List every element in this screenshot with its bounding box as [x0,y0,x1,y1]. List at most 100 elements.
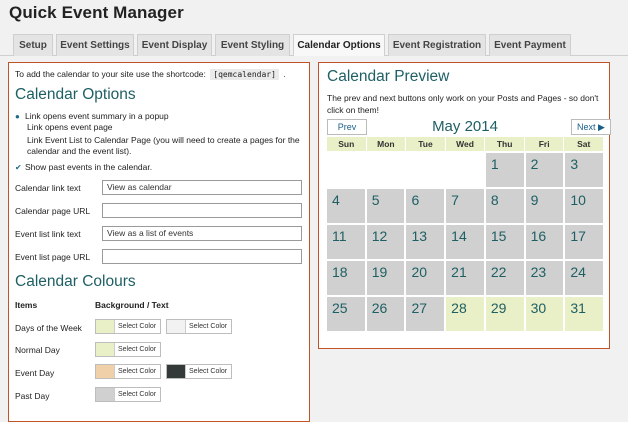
select-color-label: Select Color [118,368,157,375]
calendar-day-25[interactable]: 25 [327,297,365,331]
bg-text-column-header: Background / Text [95,300,169,310]
items-column-header: Items [15,300,38,310]
preview-note: The prev and next buttons only work on y… [327,93,599,115]
weekday-header-sun: Sun [327,137,367,151]
calendar-page-url-label: Calendar page URL [15,206,91,216]
past-day-bg-picker[interactable]: Select Color [95,387,161,402]
checkmark-icon[interactable]: ✔ [15,163,25,172]
weekday-header-tue: Tue [406,137,446,151]
calendar-week-row: 11 12 13 14 15 16 17 [327,225,604,259]
calendar-day-14[interactable]: 14 [446,225,484,259]
weekday-header-thu: Thu [485,137,525,151]
calendar-day-6[interactable]: 6 [406,189,445,223]
color-swatch [96,388,115,401]
calendar-day-21[interactable]: 21 [446,261,484,295]
calendar-day-3[interactable]: 3 [565,153,604,187]
calendar-day-30[interactable]: 30 [525,297,564,331]
select-color-label: Select Color [118,323,157,330]
calendar-month-title: May 2014 [432,118,498,135]
shortcode-intro: To add the calendar to your site use the… [15,69,286,80]
option-popup-label: Link opens event summary in a popup [25,111,169,121]
calendar-day-13[interactable]: 13 [406,225,445,259]
calendar-week-row: 4 5 6 7 8 9 10 [327,189,604,223]
calendar-weekday-header: Sun Mon Tue Wed Thu Fri Sat [327,137,603,151]
event-list-page-url-label: Event list page URL [15,252,91,262]
calendar-preview-heading: Calendar Preview [327,68,450,85]
color-swatch [96,343,115,356]
select-color-label: Select Color [118,346,157,353]
calendar-day-11[interactable]: 11 [327,225,365,259]
weekday-header-sat: Sat [577,139,591,149]
calendar-empty-cell [446,153,484,187]
tab-event-settings[interactable]: Event Settings [56,34,134,56]
calendar-day-19[interactable]: 19 [366,261,405,295]
option-show-past-label: Show past events in the calendar. [25,162,153,172]
radio-selected-icon[interactable]: ● [15,112,25,121]
option-popup[interactable]: ● Link opens event summary in a popup [15,111,169,121]
calendar-week-row: 18 19 20 21 22 23 24 [327,261,604,295]
app-title: Quick Event Manager [9,3,184,22]
days-of-week-bg-picker[interactable]: Select Color [95,319,161,334]
calendar-day-10[interactable]: 10 [565,189,604,223]
select-color-label: Select Color [189,368,228,375]
calendar-day-8[interactable]: 8 [485,189,524,223]
option-link-event-list[interactable]: Link Event List to Calendar Page (you wi… [27,135,305,157]
event-list-link-text-label: Event list link text [15,229,81,239]
event-day-bg-picker[interactable]: Select Color [95,364,161,379]
calendar-grid: Sun Mon Tue Wed Thu Fri Sat 1 2 3 4 5 6 7 8 9 10 11 12 13 1… [327,137,604,331]
calendar-day-29[interactable]: 29 [485,297,524,331]
calendar-day-12[interactable]: 12 [366,225,405,259]
option-event-page[interactable]: Link opens event page [27,122,113,133]
event-list-link-text-input[interactable]: View as a list of events [102,226,302,241]
color-swatch [167,365,186,378]
calendar-link-text-input[interactable]: View as calendar [102,180,302,195]
event-day-text-picker[interactable]: Select Color [166,364,232,379]
calendar-day-18[interactable]: 18 [327,261,365,295]
calendar-day-28[interactable]: 28 [446,297,484,331]
calendar-preview-panel: Calendar Preview The prev and next butto… [318,62,611,349]
color-swatch [96,320,115,333]
tab-event-display[interactable]: Event Display [137,34,212,56]
shortcode-intro-suffix: . [283,69,286,79]
calendar-day-5[interactable]: 5 [366,189,405,223]
calendar-day-16[interactable]: 16 [525,225,564,259]
days-of-week-text-picker[interactable]: Select Color [166,319,232,334]
tab-calendar-options[interactable]: Calendar Options [293,34,385,56]
normal-day-bg-picker[interactable]: Select Color [95,342,161,357]
calendar-day-23[interactable]: 23 [525,261,564,295]
weekday-header-wed: Wed [446,137,486,151]
color-swatch [96,365,115,378]
calendar-day-2[interactable]: 2 [525,153,564,187]
weekday-header-mon: Mon [367,137,407,151]
tab-event-styling[interactable]: Event Styling [215,34,290,56]
calendar-empty-cell [327,153,365,187]
next-month-button[interactable]: Next ▶ [571,119,611,135]
calendar-options-heading: Calendar Options [15,86,136,103]
weekday-header-fri: Fri [525,137,565,151]
shortcode-intro-text: To add the calendar to your site use the… [15,69,206,79]
calendar-day-31[interactable]: 31 [565,297,604,331]
shortcode-value: [qemcalendar] [210,69,279,80]
calendar-day-9[interactable]: 9 [525,189,564,223]
calendar-options-panel: To add the calendar to your site use the… [8,62,310,422]
calendar-day-15[interactable]: 15 [485,225,524,259]
option-show-past[interactable]: ✔ Show past events in the calendar. [15,162,152,172]
tab-event-payment[interactable]: Event Payment [489,34,571,56]
calendar-day-4[interactable]: 4 [327,189,365,223]
calendar-day-27[interactable]: 27 [406,297,445,331]
tab-event-registration[interactable]: Event Registration [388,34,486,56]
calendar-link-text-label: Calendar link text [15,183,81,193]
calendar-day-7[interactable]: 7 [446,189,484,223]
calendar-week-row: 25 26 27 28 29 30 31 [327,297,604,331]
calendar-day-24[interactable]: 24 [565,261,604,295]
calendar-colours-heading: Calendar Colours [15,273,136,290]
calendar-day-20[interactable]: 20 [406,261,445,295]
event-day-label: Event Day [15,368,55,378]
calendar-day-1[interactable]: 1 [485,153,524,187]
calendar-day-22[interactable]: 22 [485,261,524,295]
calendar-day-26[interactable]: 26 [366,297,405,331]
event-list-page-url-input[interactable] [102,249,302,264]
tab-setup[interactable]: Setup [13,34,53,56]
calendar-page-url-input[interactable] [102,203,302,218]
calendar-day-17[interactable]: 17 [565,225,604,259]
